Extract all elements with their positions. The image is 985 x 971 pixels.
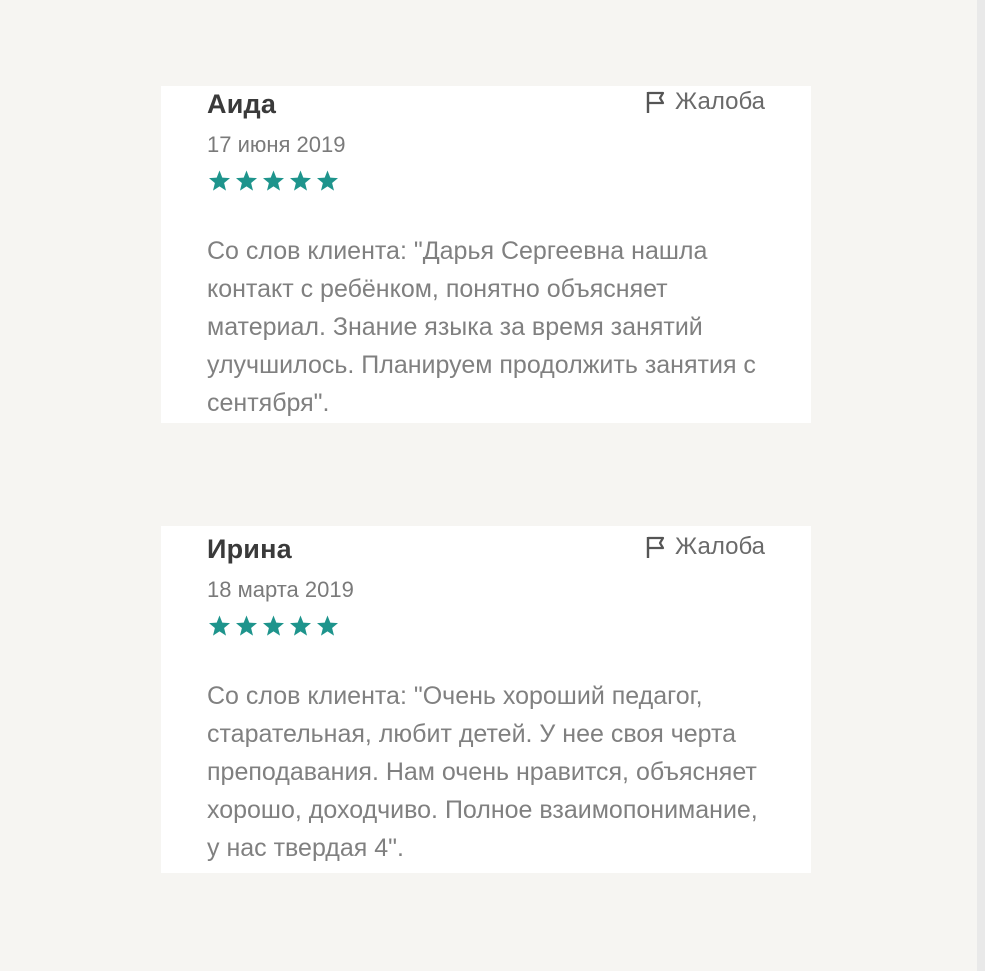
flag-icon	[646, 536, 665, 558]
star-icon	[263, 615, 284, 636]
complaint-label: Жалоба	[675, 533, 765, 560]
review-date: 17 июня 2019	[207, 132, 346, 157]
review-text: Со слов клиента: "Очень хороший педагог,…	[207, 682, 758, 862]
star-icon	[209, 615, 230, 636]
rating-stars	[207, 614, 340, 638]
complaint-button[interactable]: Жалоба	[645, 88, 765, 116]
star-icon	[236, 615, 257, 636]
review-author: Ирина	[207, 534, 292, 564]
flag-icon	[646, 91, 665, 113]
star-icon	[263, 170, 284, 191]
complaint-button[interactable]: Жалоба	[645, 533, 765, 561]
review-text: Со слов клиента: "Дарья Сергеевна нашла …	[207, 237, 756, 417]
complaint-label: Жалоба	[675, 88, 765, 115]
review-card: Аида Жалоба 17 июня 2019 Со слов клиента…	[161, 86, 811, 423]
review-card: Ирина Жалоба 18 марта 2019 Со слов клиен…	[161, 526, 811, 873]
review-date: 18 марта 2019	[207, 577, 354, 602]
scrollbar-track[interactable]	[977, 0, 985, 971]
star-icon	[209, 170, 230, 191]
star-icon	[236, 170, 257, 191]
review-author: Аида	[207, 89, 277, 119]
star-icon	[317, 615, 338, 636]
star-icon	[317, 170, 338, 191]
rating-stars	[207, 169, 340, 193]
star-icon	[290, 170, 311, 191]
star-icon	[290, 615, 311, 636]
